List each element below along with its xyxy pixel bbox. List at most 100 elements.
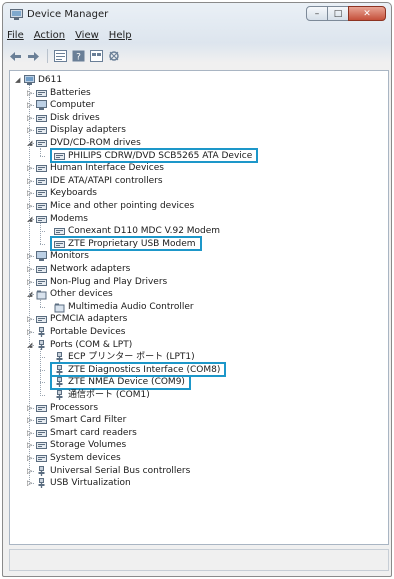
tree-category-item[interactable]: ▷ Smart Card Filter — [27, 414, 127, 427]
display-adapter-icon — [36, 125, 47, 136]
tree-category-item[interactable]: ◢ Modems — [27, 213, 88, 226]
tree-connector — [40, 298, 41, 308]
window-title: Device Manager — [27, 9, 109, 20]
back-icon[interactable] — [7, 48, 23, 64]
tree-item-label: Multimedia Audio Controller — [68, 301, 194, 312]
minimize-button[interactable]: – — [306, 6, 328, 21]
tree-item-label: Non-Plug and Play Drivers — [50, 276, 168, 287]
battery-icon — [36, 88, 47, 99]
svg-text:?: ? — [76, 53, 81, 63]
smart-card-icon — [36, 415, 47, 426]
tree-item-label: Storage Volumes — [50, 440, 127, 451]
tree-item-label: 通信ポート (COM1) — [68, 390, 150, 400]
tree-item-label: Ports (COM & LPT) — [50, 339, 133, 350]
disk-drive-icon — [36, 113, 47, 124]
help-icon[interactable]: ? — [70, 48, 86, 64]
tree-item-label: Network adapters — [50, 264, 131, 274]
tree-category-item[interactable]: ▷ Keyboards — [27, 187, 97, 200]
title-bar[interactable]: Device Manager – □ ✕ — [3, 3, 391, 27]
status-bar — [9, 549, 389, 571]
computer-icon — [36, 100, 47, 111]
driver-icon — [36, 277, 47, 288]
menu-action[interactable]: Action — [34, 30, 65, 45]
smart-card-reader-icon — [36, 428, 47, 439]
tree-device-item[interactable]: 通信ポート (COM1) — [54, 389, 150, 402]
tree-device-item[interactable]: Multimedia Audio Controller — [54, 301, 194, 314]
highlight-box — [50, 236, 202, 252]
tree-item-label: DVD/CD-ROM drives — [50, 138, 141, 148]
modem-icon — [36, 214, 47, 225]
tree-item-label: Processors — [50, 402, 99, 413]
tree-item-label: Display adapters — [50, 125, 126, 136]
collapse-arrow-icon[interactable]: ◢ — [15, 77, 22, 84]
tree-category-item[interactable]: ▷ Processors — [27, 402, 99, 415]
tree-category-item[interactable]: ▷ Disk drives — [27, 112, 100, 125]
view-icon[interactable] — [88, 48, 104, 64]
window-controls: – □ ✕ — [306, 6, 386, 22]
tree-item-label: Modems — [50, 213, 88, 224]
menu-help[interactable]: Help — [109, 30, 132, 45]
monitor-icon — [36, 251, 47, 262]
menu-view[interactable]: View — [75, 30, 99, 45]
close-button[interactable]: ✕ — [348, 6, 386, 21]
portable-device-icon — [36, 327, 47, 338]
scan-icon[interactable] — [106, 48, 122, 64]
pcmcia-icon — [36, 314, 47, 325]
tree-item-label: Universal Serial Bus controllers — [50, 465, 191, 476]
tree-item-label: Monitors — [50, 251, 89, 262]
tree-category-item[interactable]: ▷ Non-Plug and Play Drivers — [27, 276, 168, 289]
tree-category-item[interactable]: ▷ Human Interface Devices — [27, 162, 164, 175]
tree-connector — [40, 349, 41, 396]
port-device-icon — [54, 390, 65, 401]
tree-category-item[interactable]: ▷ System devices — [27, 452, 121, 465]
highlight-box — [50, 374, 191, 390]
tree-category-item[interactable]: ▷ Display adapters — [27, 124, 126, 137]
tree-item-label: Mice and other pointing devices — [50, 201, 195, 211]
tree-category-item[interactable]: ◢ Other devices — [27, 288, 113, 301]
properties-icon[interactable] — [52, 48, 68, 64]
tree-category-item[interactable]: ▷ IDE ATA/ATAPI controllers — [27, 175, 163, 188]
tree-category-item[interactable]: ▷ Mice and other pointing devices — [27, 200, 195, 213]
usb-icon — [36, 465, 47, 477]
ide-controller-icon — [36, 176, 47, 187]
menu-bar: File Action View Help — [7, 30, 142, 45]
device-tree[interactable]: ◢ D611 ▷ Batteries ▷ Computer ▷ Disk drives ▷ Dis… — [9, 70, 389, 545]
maximize-button[interactable]: □ — [327, 6, 349, 21]
tree-item-label: USB Virtualization — [50, 478, 131, 489]
tree-category-item[interactable]: ▷ Storage Volumes — [27, 439, 127, 452]
tree-connector — [29, 84, 30, 484]
tree-category-item[interactable]: ▷ Computer — [27, 99, 95, 112]
keyboard-icon — [36, 188, 47, 199]
tree-category-item[interactable]: ▷ PCMCIA adapters — [27, 313, 127, 326]
tree-connector — [40, 223, 41, 245]
tree-item-label: ECP プリンター ポート (LPT1) — [68, 352, 195, 363]
tree-item-label: Other devices — [50, 289, 113, 300]
storage-volume-icon — [36, 440, 47, 451]
tree-item-label: Portable Devices — [50, 327, 126, 337]
tree-category-item[interactable]: ▷ Monitors — [27, 250, 89, 263]
tree-item-label: Smart card readers — [50, 427, 137, 438]
tree-category-item[interactable]: ◢ Ports (COM & LPT) — [27, 339, 133, 352]
tree-category-item[interactable]: ▷ Smart card readers — [27, 427, 137, 440]
unknown-device-icon — [36, 289, 47, 300]
mouse-icon — [36, 201, 47, 212]
system-device-icon — [36, 453, 47, 464]
toolbar: ? — [7, 46, 124, 66]
tree-category-item[interactable]: ▷ Universal Serial Bus controllers — [27, 465, 191, 478]
tree-category-item[interactable]: ▷ Network adapters — [27, 263, 131, 276]
tree-item-label: Smart Card Filter — [50, 415, 127, 426]
tree-item-label: Conexant D110 MDC V.92 Modem — [68, 226, 221, 237]
processor-icon — [36, 403, 47, 414]
network-adapter-icon — [36, 264, 47, 275]
tree-item-label: Batteries — [50, 87, 91, 98]
dvd-drive-icon — [36, 138, 47, 149]
forward-icon[interactable] — [25, 48, 41, 64]
tree-category-item[interactable]: ▷ Portable Devices — [27, 326, 126, 339]
tree-connector — [40, 147, 41, 157]
menu-file[interactable]: File — [7, 30, 24, 45]
tree-category-item[interactable]: ▷ USB Virtualization — [27, 477, 131, 490]
hid-icon — [36, 163, 47, 174]
tree-item-label: Computer — [50, 100, 95, 111]
tree-category-item[interactable]: ▷ Batteries — [27, 87, 91, 100]
tree-item-label: Keyboards — [50, 188, 97, 199]
